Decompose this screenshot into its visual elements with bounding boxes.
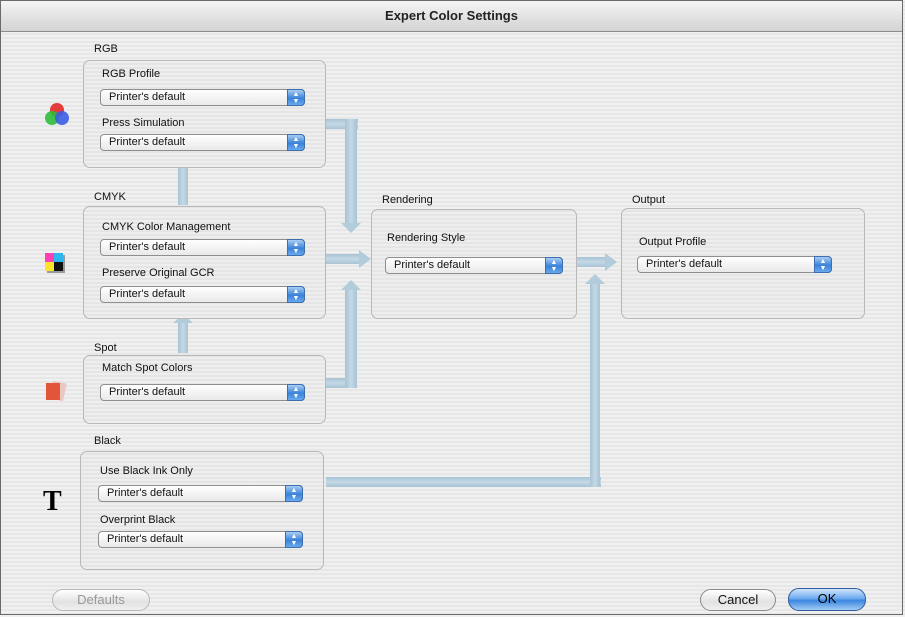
- connector-rgb-down-rendering: [345, 119, 357, 224]
- connector-spot-to-cmyk: [178, 321, 188, 353]
- rgb-profile-label: RGB Profile: [102, 68, 161, 80]
- spot-color-icon: [46, 380, 67, 402]
- arrow-spot-to-rendering-icon: [341, 280, 361, 290]
- rgb-circles-icon: [45, 103, 69, 125]
- overprint-black-value: Printer's default: [107, 533, 184, 545]
- connector-spot-up-rendering: [345, 289, 357, 388]
- rgb-profile-popup[interactable]: Printer's default ▲ ▼: [100, 89, 305, 106]
- use-black-ink-only-label: Use Black Ink Only: [100, 465, 193, 477]
- popup-arrows-icon: ▲ ▼: [285, 531, 303, 548]
- connector-cmyk-to-rendering: [326, 254, 361, 264]
- output-group-label: Output: [632, 194, 666, 206]
- press-simulation-label: Press Simulation: [102, 117, 185, 129]
- connector-black-to-output: [326, 477, 601, 487]
- match-spot-colors-value: Printer's default: [109, 386, 186, 398]
- rgb-group-label: RGB: [94, 43, 118, 55]
- cmyk-color-management-popup[interactable]: Printer's default ▲ ▼: [100, 239, 305, 256]
- overprint-black-label: Overprint Black: [100, 514, 176, 526]
- defaults-button[interactable]: Defaults: [52, 589, 150, 611]
- rendering-style-value: Printer's default: [394, 259, 471, 271]
- text-t-icon: T: [43, 486, 62, 517]
- preserve-original-gcr-label: Preserve Original GCR: [102, 267, 215, 279]
- arrow-cmyk-to-rendering-icon: [359, 250, 371, 268]
- cmyk-group-label: CMYK: [94, 191, 126, 203]
- use-black-ink-only-popup[interactable]: Printer's default ▲ ▼: [98, 485, 303, 502]
- overprint-black-popup[interactable]: Printer's default ▲ ▼: [98, 531, 303, 548]
- cmyk-color-management-value: Printer's default: [109, 241, 186, 253]
- popup-arrows-icon: ▲ ▼: [814, 256, 832, 273]
- ok-button[interactable]: OK: [788, 588, 866, 611]
- cancel-button[interactable]: Cancel: [700, 589, 776, 611]
- popup-arrows-icon: ▲ ▼: [287, 134, 305, 151]
- match-spot-colors-label: Match Spot Colors: [102, 362, 193, 374]
- popup-arrows-icon: ▲ ▼: [287, 89, 305, 106]
- arrow-rendering-to-output-icon: [605, 253, 617, 271]
- output-profile-label: Output Profile: [639, 236, 707, 248]
- popup-arrows-icon: ▲ ▼: [287, 286, 305, 303]
- preserve-original-gcr-value: Printer's default: [109, 288, 186, 300]
- output-profile-value: Printer's default: [646, 258, 723, 270]
- arrow-rgb-to-rendering-icon: [341, 223, 361, 233]
- press-simulation-popup[interactable]: Printer's default ▲ ▼: [100, 134, 305, 151]
- cmyk-color-management-label: CMYK Color Management: [102, 221, 231, 233]
- arrow-black-to-output-icon: [585, 274, 605, 284]
- spot-group-label: Spot: [94, 342, 117, 354]
- black-group-label: Black: [94, 435, 121, 447]
- match-spot-colors-popup[interactable]: Printer's default ▲ ▼: [100, 384, 305, 401]
- popup-arrows-icon: ▲ ▼: [285, 485, 303, 502]
- expert-color-settings-dialog: Expert Color Settings RGB RGB Profile Pr…: [0, 0, 903, 615]
- press-simulation-value: Printer's default: [109, 136, 186, 148]
- window-title: Expert Color Settings: [1, 1, 902, 32]
- connector-black-up-output: [590, 283, 600, 487]
- use-black-ink-only-value: Printer's default: [107, 487, 184, 499]
- output-profile-popup[interactable]: Printer's default ▲ ▼: [637, 256, 832, 273]
- rgb-profile-value: Printer's default: [109, 91, 186, 103]
- cmyk-swatch-icon: [45, 253, 65, 273]
- rendering-group-label: Rendering: [382, 194, 433, 206]
- preserve-original-gcr-popup[interactable]: Printer's default ▲ ▼: [100, 286, 305, 303]
- connector-rgb-to-cmyk: [178, 167, 188, 205]
- rendering-style-popup[interactable]: Printer's default ▲ ▼: [385, 257, 563, 274]
- popup-arrows-icon: ▲ ▼: [287, 384, 305, 401]
- popup-arrows-icon: ▲ ▼: [287, 239, 305, 256]
- connector-rendering-to-output: [577, 257, 607, 267]
- rendering-style-label: Rendering Style: [387, 232, 466, 244]
- popup-arrows-icon: ▲ ▼: [545, 257, 563, 274]
